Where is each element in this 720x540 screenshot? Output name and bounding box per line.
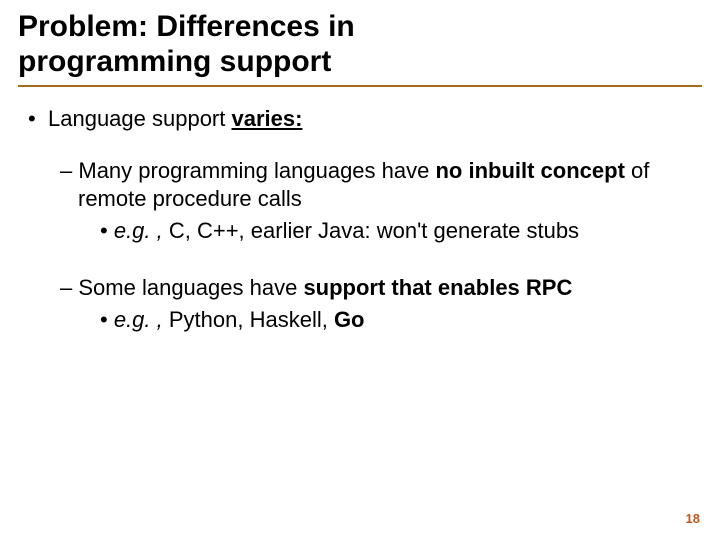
bullet1-prefix: Language support: [48, 106, 232, 131]
sub-bullet-1: – Many programming languages have no inb…: [36, 157, 702, 213]
eg-text-2: Python, Haskell,: [163, 307, 334, 332]
sub-bullet-group-1: – Many programming languages have no inb…: [18, 157, 702, 245]
sub2-bold: support that enables RPC: [303, 275, 572, 300]
sub-bullet-group-2: – Some languages have support that enabl…: [18, 274, 702, 334]
sub-sub-bullet-1: • e.g. , C, C++, earlier Java: won't gen…: [34, 217, 702, 245]
sub-sub-bullet-2: • e.g. , Python, Haskell, Go: [34, 306, 702, 334]
sub1-prefix: Many programming languages have: [78, 158, 435, 183]
page-number: 18: [686, 511, 700, 526]
eg-text-1: C, C++, earlier Java: won't generate stu…: [163, 218, 579, 243]
sub1-bold: no inbuilt concept: [435, 158, 624, 183]
dash-icon: –: [60, 158, 72, 183]
bullet-dot-icon: •: [100, 307, 108, 332]
sub2-prefix: Some languages have: [78, 275, 303, 300]
slide-title: Problem: Differences in programming supp…: [18, 10, 702, 87]
slide-content: •Language support varies: – Many program…: [18, 105, 702, 334]
eg-bold-2: Go: [334, 307, 365, 332]
title-line-1: Problem: Differences in: [18, 10, 355, 43]
bullet1-text: Language support varies:: [48, 106, 302, 131]
dash-icon: –: [60, 275, 72, 300]
eg-label-2: e.g. ,: [114, 307, 163, 332]
bullet-level1: •Language support varies:: [18, 105, 702, 133]
bullet-dot-icon: •: [100, 218, 108, 243]
bullet-dot-icon: •: [28, 105, 48, 133]
title-line-2: programming support: [18, 45, 331, 78]
sub-bullet-2: – Some languages have support that enabl…: [36, 274, 702, 302]
bullet1-emphasis: varies:: [232, 106, 303, 131]
eg-label-1: e.g. ,: [114, 218, 163, 243]
